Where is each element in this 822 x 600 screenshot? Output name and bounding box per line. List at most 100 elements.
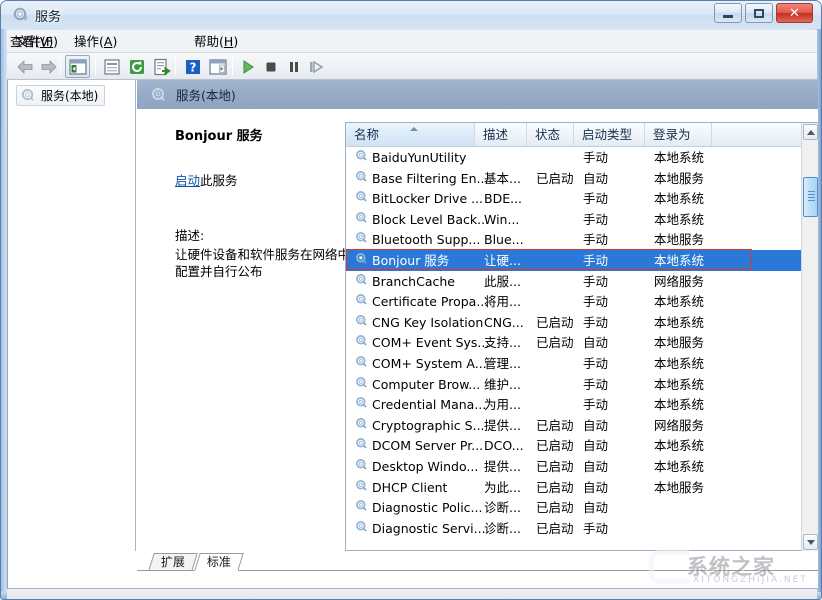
cell-description: 诊断... — [484, 520, 521, 537]
close-button[interactable]: ✕ — [776, 3, 813, 23]
scroll-down-button[interactable] — [803, 534, 818, 550]
service-gear-icon — [355, 396, 369, 410]
table-row[interactable]: CNG Key IsolationCNG...已启动手动本地系统 — [346, 312, 802, 333]
back-icon[interactable] — [15, 57, 35, 77]
detail-header: 服务(本地) — [137, 80, 818, 109]
start-service-icon[interactable] — [238, 57, 258, 77]
forward-icon[interactable] — [39, 57, 59, 77]
service-gear-icon — [355, 273, 369, 287]
column-header-description-label: 描述 — [483, 127, 508, 142]
table-row[interactable]: Diagnostic Servi...诊断...已启动手动 — [346, 518, 802, 539]
show-action-pane-icon[interactable] — [208, 57, 228, 77]
table-row[interactable]: Bluetooth Supp...Blue...手动本地服务 — [346, 229, 802, 250]
cell-startup-type: 手动 — [583, 211, 608, 228]
menu-action[interactable]: 操作(A) — [71, 33, 120, 51]
cell-status: 已启动 — [536, 437, 574, 454]
service-gear-icon — [355, 293, 369, 307]
cell-description: 提供... — [484, 458, 521, 475]
cell-logon-as: 本地系统 — [654, 355, 704, 372]
cell-name: DHCP Client — [372, 479, 447, 496]
service-gear-icon — [355, 252, 369, 266]
table-row[interactable]: Computer Brow...维护...手动本地系统 — [346, 374, 802, 395]
cell-description: Win... — [484, 211, 519, 228]
cell-logon-as: 本地系统 — [654, 190, 704, 207]
cell-logon-as: 网络服务 — [654, 273, 704, 290]
column-header-startup-type[interactable]: 启动类型 — [574, 123, 645, 146]
table-row[interactable]: BranchCache此服...手动网络服务 — [346, 271, 802, 292]
tab-standard[interactable]: 标准 — [194, 553, 244, 571]
chevron-down-icon — [807, 540, 815, 545]
cell-status: 已启动 — [536, 314, 574, 331]
service-gear-icon — [355, 149, 369, 163]
cell-name: Computer Brow... — [372, 376, 480, 393]
cell-name: Diagnostic Servi... — [372, 520, 486, 537]
toolbar: ? — [7, 53, 817, 80]
window-title: 服务 — [35, 6, 61, 25]
menu-help[interactable]: 帮助(H) — [191, 33, 241, 51]
detail-header-label: 服务(本地) — [176, 85, 236, 104]
column-header-name[interactable]: 名称 — [346, 123, 475, 146]
table-row[interactable]: Certificate Propa...将用...手动本地系统 — [346, 291, 802, 312]
table-row[interactable]: DCOM Server Pr...DCO...已启动自动本地系统 — [346, 435, 802, 456]
table-row[interactable]: BaiduYunUtility手动本地系统 — [346, 147, 802, 168]
console-tree-pane: 服务(本地) — [8, 80, 136, 551]
scroll-up-button[interactable] — [803, 124, 818, 140]
list-rows-container: BaiduYunUtility手动本地系统Base Filtering En..… — [346, 147, 802, 551]
column-header-description[interactable]: 描述 — [475, 123, 527, 146]
pause-service-icon[interactable] — [284, 57, 304, 77]
cell-description: 为此... — [484, 479, 521, 496]
cell-startup-type: 手动 — [583, 293, 608, 310]
refresh-icon[interactable] — [127, 57, 147, 77]
cell-description: BDE... — [484, 190, 522, 207]
help-icon[interactable]: ? — [183, 57, 203, 77]
service-action-text: 启动此服务 — [175, 170, 340, 189]
menu-action-label: 操作 — [74, 34, 99, 49]
table-row[interactable]: Diagnostic Polic...诊断...已启动自动 — [346, 497, 802, 518]
service-gear-icon — [355, 479, 369, 493]
column-header-logon-as[interactable]: 登录为 — [645, 123, 712, 146]
services-gear-icon — [13, 7, 29, 23]
column-header-status[interactable]: 状态 — [527, 123, 574, 146]
cell-startup-type: 自动 — [583, 170, 608, 187]
selected-service-title: Bonjour 服务 — [175, 125, 340, 144]
table-row[interactable]: Base Filtering En...基本...已启动自动本地服务 — [346, 168, 802, 189]
cell-name: Cryptographic S... — [372, 417, 485, 434]
list-vertical-scrollbar[interactable] — [801, 123, 818, 551]
scrollbar-thumb[interactable] — [803, 177, 818, 217]
start-service-link[interactable]: 启动 — [175, 173, 200, 188]
table-row[interactable]: COM+ System A...管理...手动本地系统 — [346, 353, 802, 374]
table-row[interactable]: DHCP Client为此...已启动自动本地服务 — [346, 477, 802, 498]
cell-status: 已启动 — [536, 458, 574, 475]
cell-description: DCO... — [484, 437, 524, 454]
cell-name: DCOM Server Pr... — [372, 437, 483, 454]
tree-item-services-local[interactable]: 服务(本地) — [16, 85, 105, 106]
title-bar[interactable]: 服务 ✕ — [1, 1, 822, 29]
tab-extended[interactable]: 扩展 — [148, 553, 198, 571]
cell-name: Bluetooth Supp... — [372, 231, 480, 248]
restart-service-icon[interactable] — [306, 57, 326, 77]
menu-view[interactable]: 查看(V) — [7, 33, 56, 51]
cell-description: 维护... — [484, 376, 521, 393]
client-bottom-filler — [8, 571, 818, 588]
description-label: 描述: — [175, 225, 340, 244]
show-tree-icon[interactable] — [68, 57, 88, 77]
table-row[interactable]: Bonjour 服务让硬...手动本地系统 — [346, 250, 802, 271]
table-row[interactable]: Cryptographic S...提供...已启动自动网络服务 — [346, 415, 802, 436]
cell-logon-as: 本地服务 — [654, 231, 704, 248]
table-row[interactable]: Credential Mana...为用...手动本地系统 — [346, 394, 802, 415]
export-list-icon[interactable] — [152, 57, 172, 77]
menu-view-label: 查看 — [10, 34, 35, 49]
stop-service-icon[interactable] — [261, 57, 281, 77]
cell-startup-type: 手动 — [583, 314, 608, 331]
properties-icon[interactable] — [102, 57, 122, 77]
menu-help-label: 帮助 — [194, 34, 219, 49]
maximize-button[interactable] — [745, 3, 773, 23]
cell-status: 已启动 — [536, 417, 574, 434]
cell-startup-type: 手动 — [583, 190, 608, 207]
table-row[interactable]: Desktop Windo...提供...已启动自动本地系统 — [346, 456, 802, 477]
table-row[interactable]: BitLocker Drive ...BDE...手动本地系统 — [346, 188, 802, 209]
table-row[interactable]: Block Level Back...Win...手动本地系统 — [346, 209, 802, 230]
table-row[interactable]: COM+ Event Sys...支持...已启动自动本地服务 — [346, 332, 802, 353]
minimize-button[interactable] — [714, 3, 742, 23]
cell-startup-type: 自动 — [583, 417, 608, 434]
